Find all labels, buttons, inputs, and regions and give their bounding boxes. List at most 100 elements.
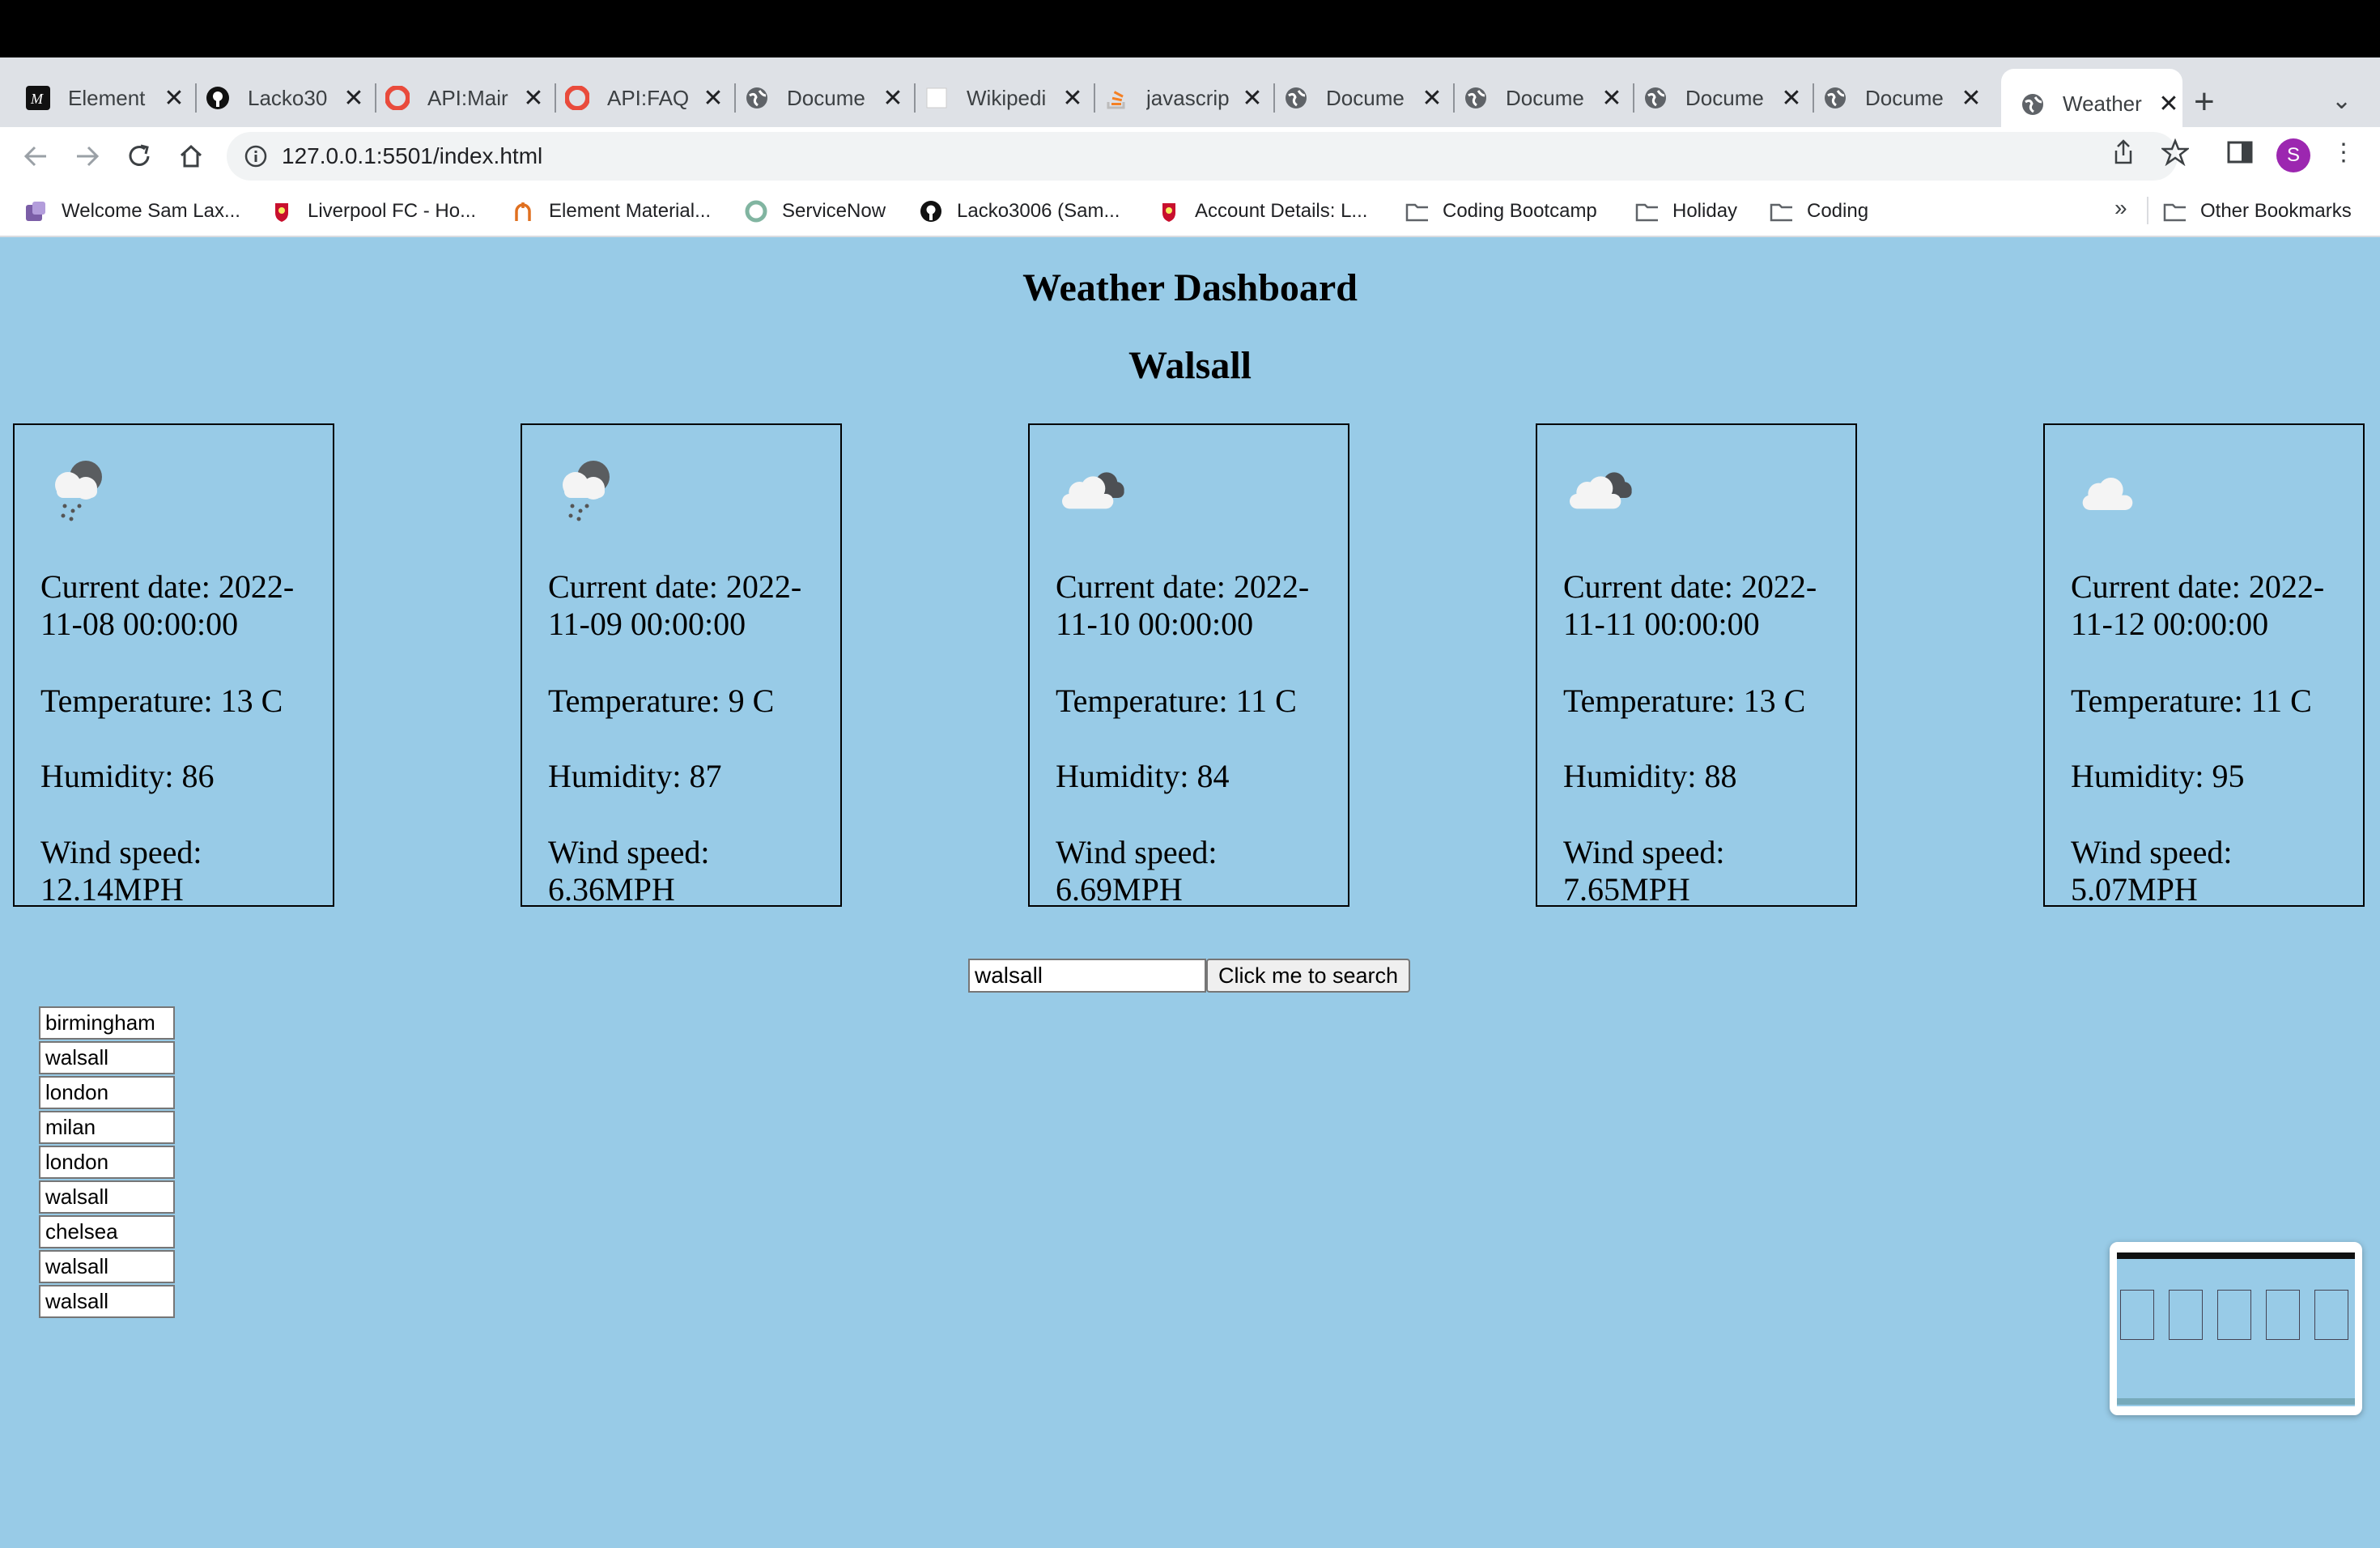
- screenshot-thumbnail[interactable]: [2110, 1242, 2362, 1415]
- history-city-button[interactable]: chelsea: [39, 1215, 175, 1248]
- close-icon[interactable]: ✕: [1600, 84, 1624, 113]
- share-icon[interactable]: [2110, 138, 2137, 166]
- bookmark-folder[interactable]: Holiday: [1635, 195, 1737, 228]
- history-city-button[interactable]: birmingham: [39, 1006, 175, 1040]
- bookmark-star-icon[interactable]: [2161, 138, 2189, 166]
- close-icon[interactable]: ✕: [1779, 84, 1804, 113]
- folder-icon: [1405, 200, 1428, 223]
- close-icon[interactable]: ✕: [521, 84, 546, 113]
- bookmark-label: Lacko3006 (Sam...: [957, 200, 1120, 222]
- close-icon[interactable]: ✕: [2157, 90, 2181, 118]
- tab-title: API:FAQ: [607, 85, 690, 110]
- home-button[interactable]: [172, 137, 210, 176]
- bookmark-label: Welcome Sam Lax...: [62, 200, 240, 222]
- url-text[interactable]: 127.0.0.1:5501/index.html: [282, 143, 542, 169]
- reload-button[interactable]: [120, 137, 159, 176]
- bookmarks-overflow-button[interactable]: »: [2114, 195, 2127, 221]
- close-icon[interactable]: ✕: [701, 84, 725, 113]
- element-logo-icon: M: [26, 86, 50, 110]
- bookmark-folder[interactable]: Coding: [1770, 195, 1868, 228]
- folder-icon: [2163, 200, 2186, 223]
- wikipedia-icon: [924, 86, 949, 110]
- tab-title: Weather: [2063, 91, 2142, 116]
- search-button[interactable]: Click me to search: [1206, 959, 1410, 993]
- tab-element[interactable]: M Element ✕: [6, 69, 186, 127]
- profile-avatar[interactable]: S: [2276, 138, 2310, 172]
- other-bookmarks-folder[interactable]: Other Bookmarks: [2163, 195, 2352, 228]
- toolbar: 127.0.0.1:5501/index.html S ⋮: [0, 127, 2380, 185]
- tab-document[interactable]: Docume ✕: [1264, 69, 1444, 127]
- bookmark-item[interactable]: Liverpool FC - Ho...: [270, 195, 476, 228]
- history-city-button[interactable]: walsall: [39, 1250, 175, 1283]
- info-icon[interactable]: [243, 143, 269, 169]
- globe-icon: [1643, 86, 1668, 110]
- bookmark-label: Liverpool FC - Ho...: [308, 200, 477, 222]
- tab-title: Docume: [1685, 85, 1764, 110]
- reload-icon: [129, 144, 150, 166]
- globe-icon: [1464, 86, 1488, 110]
- folder-icon: [1635, 200, 1658, 223]
- svg-text:M: M: [30, 91, 44, 107]
- app-icon: [24, 200, 47, 223]
- tab-github[interactable]: Lacko30 ✕: [186, 69, 366, 127]
- close-icon[interactable]: ✕: [881, 84, 905, 113]
- back-button[interactable]: [16, 137, 55, 176]
- history-city-button[interactable]: walsall: [39, 1180, 175, 1214]
- forward-button[interactable]: [68, 137, 107, 176]
- element-material-icon: [512, 200, 534, 223]
- tab-title: Docume: [1326, 85, 1405, 110]
- bookmark-item[interactable]: Lacko3006 (Sam...: [920, 195, 1120, 228]
- divider: [2147, 197, 2148, 224]
- system-top-bar: [0, 0, 2380, 57]
- forecast-date: Current date: 2022-11-11 00:00:00: [1563, 568, 1817, 642]
- tab-search-chevron-icon[interactable]: ⌄: [2331, 87, 2352, 115]
- history-city-button[interactable]: milan: [39, 1111, 175, 1144]
- tab-document[interactable]: Docume ✕: [725, 69, 905, 127]
- broken-clouds-icon: [1570, 472, 1632, 509]
- tab-title: Docume: [1865, 85, 1944, 110]
- github-icon: [920, 200, 942, 223]
- close-icon[interactable]: ✕: [1959, 84, 1983, 113]
- new-tab-button[interactable]: +: [2194, 82, 2215, 122]
- bookmark-folder[interactable]: Coding Bootcamp: [1405, 195, 1597, 228]
- bookmark-item[interactable]: ServiceNow: [745, 195, 886, 228]
- history-city-button[interactable]: london: [39, 1146, 175, 1179]
- forecast-wind: Wind speed: 12.14MPH: [40, 834, 202, 908]
- bookmark-item[interactable]: Welcome Sam Lax...: [24, 195, 240, 228]
- close-icon[interactable]: ✕: [162, 84, 186, 113]
- tab-document[interactable]: Docume ✕: [1444, 69, 1624, 127]
- thumbnail-card: [2266, 1290, 2300, 1340]
- close-icon[interactable]: ✕: [1420, 84, 1444, 113]
- address-bar[interactable]: 127.0.0.1:5501/index.html: [227, 132, 2178, 181]
- tab-api-faq[interactable]: API:FAQ ✕: [546, 69, 725, 127]
- thumbnail-dock: [2117, 1398, 2355, 1405]
- tab-api-main[interactable]: API:Mair ✕: [366, 69, 546, 127]
- tab-document[interactable]: Docume ✕: [1804, 69, 1983, 127]
- forecast-card: Current date: 2022-11-12 00:00:00 Temper…: [2043, 423, 2365, 908]
- forecast-wind: Wind speed: 5.07MPH: [2071, 834, 2233, 908]
- thumbnail-card: [2217, 1290, 2251, 1340]
- city-search-input[interactable]: [968, 959, 1206, 993]
- history-city-button[interactable]: walsall: [39, 1041, 175, 1074]
- bookmark-label: Holiday: [1672, 200, 1738, 222]
- side-panel-icon[interactable]: [2226, 138, 2254, 166]
- close-icon[interactable]: ✕: [342, 84, 366, 113]
- globe-icon: [745, 86, 769, 110]
- forecast-card: Current date: 2022-11-10 00:00:00 Temper…: [1028, 423, 1349, 908]
- history-city-button[interactable]: walsall: [39, 1285, 175, 1318]
- forecast-temperature: Temperature: 13 C: [40, 683, 283, 719]
- globe-icon: [1284, 86, 1308, 110]
- home-icon: [180, 144, 202, 168]
- more-menu-icon[interactable]: ⋮: [2331, 138, 2356, 167]
- bookmark-item[interactable]: Element Material...: [512, 195, 711, 228]
- tab-javascript[interactable]: javascrip ✕: [1085, 69, 1264, 127]
- bookmark-label: Coding Bootcamp: [1443, 200, 1597, 222]
- close-icon[interactable]: ✕: [1060, 84, 1085, 113]
- lfc-crest-icon: [270, 200, 293, 223]
- forecast-humidity: Humidity: 95: [2071, 758, 2245, 794]
- tab-document[interactable]: Docume ✕: [1624, 69, 1804, 127]
- close-icon[interactable]: ✕: [1240, 84, 1264, 113]
- history-city-button[interactable]: london: [39, 1076, 175, 1109]
- bookmark-item[interactable]: Account Details: L...: [1158, 195, 1367, 228]
- tab-wikipedia[interactable]: Wikipedi ✕: [905, 69, 1085, 127]
